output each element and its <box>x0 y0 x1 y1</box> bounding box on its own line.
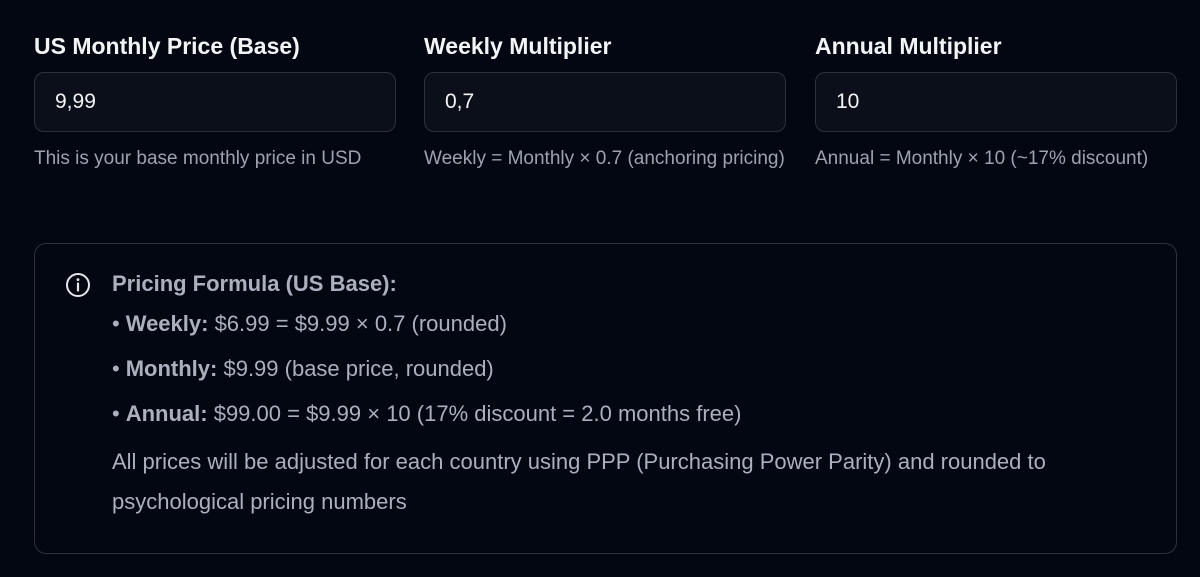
formula-text-monthly: $9.99 (base price, rounded) <box>217 356 494 381</box>
pricing-formula-content: Pricing Formula (US Base): • Weekly: $6.9… <box>112 268 1136 522</box>
pricing-formula-title: Pricing Formula (US Base): <box>112 271 397 296</box>
formula-text-annual: $99.00 = $9.99 × 10 (17% discount = 2.0 … <box>207 401 742 426</box>
formula-term-weekly: Weekly: <box>125 311 209 336</box>
formula-item-monthly: • Monthly: $9.99 (base price, rounded) <box>112 346 1136 391</box>
bullet: • <box>112 311 120 336</box>
bullet: • <box>112 356 120 381</box>
annual-multiplier-label: Annual Multiplier <box>815 33 1002 59</box>
pricing-formula-note: All prices will be adjusted for each cou… <box>112 449 1046 514</box>
info-circle-icon <box>66 273 90 297</box>
monthly-price-field-group: US Monthly Price (Base) This is your bas… <box>34 30 396 172</box>
weekly-multiplier-input[interactable] <box>424 72 786 132</box>
bullet: • <box>112 401 120 426</box>
pricing-formula-list: • Weekly: $6.99 = $9.99 × 0.7 (rounded) •… <box>112 301 1136 436</box>
formula-text-weekly: $6.99 = $9.99 × 0.7 (rounded) <box>208 311 507 336</box>
weekly-multiplier-help: Weekly = Monthly × 0.7 (anchoring pricin… <box>424 148 785 169</box>
pricing-formula-box: Pricing Formula (US Base): • Weekly: $6.9… <box>34 243 1177 554</box>
formula-term-annual: Annual: <box>125 401 208 426</box>
monthly-price-help: This is your base monthly price in USD <box>34 148 362 169</box>
monthly-price-input[interactable] <box>34 72 396 132</box>
annual-multiplier-help: Annual = Monthly × 10 (~17% discount) <box>815 148 1149 169</box>
annual-multiplier-input[interactable] <box>815 72 1177 132</box>
annual-multiplier-field-group: Annual Multiplier Annual = Monthly × 10 … <box>815 30 1177 172</box>
monthly-price-label: US Monthly Price (Base) <box>34 33 300 59</box>
weekly-multiplier-field-group: Weekly Multiplier Weekly = Monthly × 0.7… <box>424 30 786 172</box>
formula-item-annual: • Annual: $99.00 = $9.99 × 10 (17% discou… <box>112 391 1136 436</box>
weekly-multiplier-label: Weekly Multiplier <box>424 33 612 59</box>
formula-term-monthly: Monthly: <box>125 356 218 381</box>
formula-item-weekly: • Weekly: $6.99 = $9.99 × 0.7 (rounded) <box>112 301 1136 346</box>
